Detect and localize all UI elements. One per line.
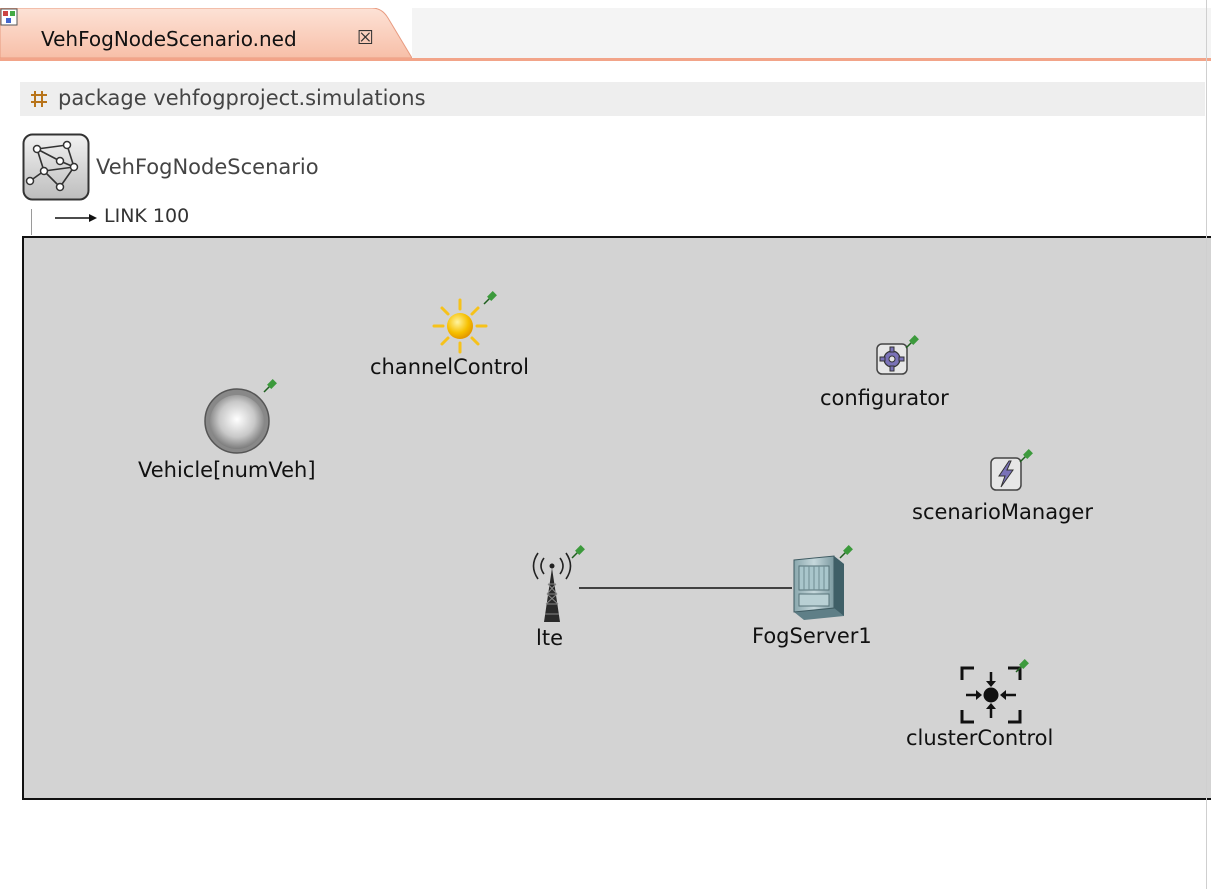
network-canvas[interactable]: channelControl configurator Vehicle[numV… xyxy=(22,236,1211,800)
pin-icon xyxy=(1019,449,1033,463)
channel-type-label[interactable]: LINK 100 xyxy=(104,205,189,227)
pin-icon xyxy=(905,335,919,349)
network-icon[interactable] xyxy=(22,133,90,201)
node-label-vehicle: Vehicle[numVeh] xyxy=(138,458,316,482)
package-icon xyxy=(31,91,47,107)
node-label-scenariomanager: scenarioManager xyxy=(912,500,1093,524)
package-bar[interactable]: package vehfogproject.simulations xyxy=(20,82,1205,116)
editor-right-border xyxy=(1206,0,1207,889)
tab-strip-background xyxy=(412,8,1211,58)
sphere-icon xyxy=(204,388,270,454)
cluster-icon xyxy=(960,666,1022,724)
pin-icon xyxy=(1015,659,1029,673)
package-label: package vehfogproject.simulations xyxy=(58,86,426,110)
pin-icon xyxy=(483,291,497,305)
node-label-lte: lte xyxy=(536,626,563,650)
node-label-clustercontrol: clusterControl xyxy=(906,726,1054,750)
node-lte[interactable] xyxy=(524,544,592,624)
node-label-fogserver1: FogServer1 xyxy=(752,624,872,648)
tab-title: VehFogNodeScenario.ned xyxy=(41,27,297,51)
pin-icon xyxy=(263,379,277,393)
node-label-configurator: configurator xyxy=(820,386,949,410)
pin-icon xyxy=(839,545,853,559)
tab-underline xyxy=(0,58,1211,61)
network-tree-line xyxy=(31,209,32,235)
node-vehicle[interactable] xyxy=(200,378,280,456)
close-icon[interactable]: ☒ xyxy=(357,27,374,49)
node-channelcontrol[interactable] xyxy=(424,290,504,360)
arrow-right-icon xyxy=(55,214,97,222)
network-name: VehFogNodeScenario xyxy=(96,155,319,179)
server-icon xyxy=(793,555,844,620)
antenna-icon xyxy=(532,552,572,622)
tab-vehfognodescenario[interactable]: VehFogNodeScenario.ned ☒ xyxy=(0,8,412,58)
node-fogserver1[interactable] xyxy=(784,544,856,624)
ned-file-icon xyxy=(0,8,18,26)
sun-icon xyxy=(432,298,488,354)
pin-icon xyxy=(571,545,585,559)
node-clustercontrol[interactable] xyxy=(958,658,1030,724)
node-label-channelcontrol: channelControl xyxy=(370,355,530,379)
node-scenariomanager[interactable] xyxy=(986,448,1042,498)
node-configurator[interactable] xyxy=(870,334,926,382)
